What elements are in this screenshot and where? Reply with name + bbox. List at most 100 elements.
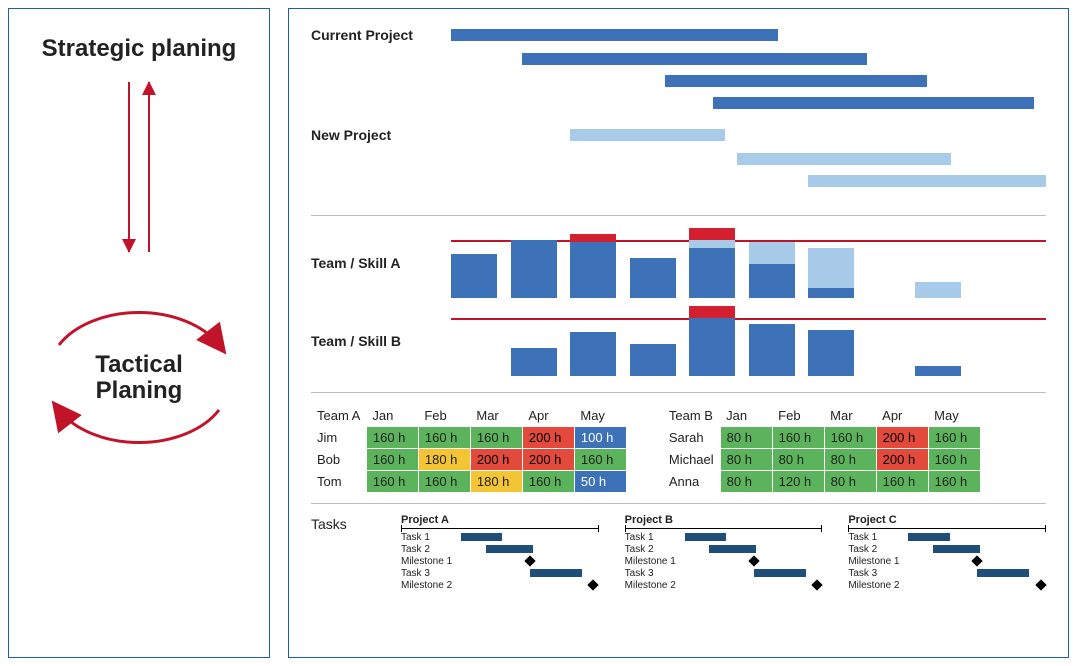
table-row: Sarah80 h160 h160 h200 h160 h xyxy=(663,427,980,449)
mini-task-label: Task 1 xyxy=(401,532,461,543)
mini-gantt-row: Milestone 1 xyxy=(401,555,599,567)
gantt-row xyxy=(311,75,1046,87)
gantt-row xyxy=(311,97,1046,109)
person-name: Tom xyxy=(311,471,366,493)
skill-column xyxy=(511,348,557,376)
person-name: Sarah xyxy=(663,427,720,449)
hours-cell: 120 h xyxy=(772,471,824,493)
hours-cell: 180 h xyxy=(418,449,470,471)
team-name: Team A xyxy=(311,405,366,427)
hours-cell: 160 h xyxy=(824,427,876,449)
hours-cell: 80 h xyxy=(772,449,824,471)
hours-cell: 160 h xyxy=(366,471,418,493)
skill-column xyxy=(749,242,795,298)
gantt-row-label: Current Project xyxy=(311,27,451,43)
month-header: Feb xyxy=(418,405,470,427)
hours-cell: 200 h xyxy=(876,449,928,471)
skill-column xyxy=(570,234,616,298)
mini-task-label: Task 3 xyxy=(625,568,685,579)
skills-section: Team / Skill ATeam / Skill B xyxy=(311,226,1046,393)
heat-section: Team AJanFebMarAprMayJim160 h160 h160 h2… xyxy=(311,403,1046,504)
hours-cell: 180 h xyxy=(470,471,522,493)
mini-gantt-row: Task 1 xyxy=(625,531,823,543)
mini-track xyxy=(685,545,823,553)
gantt-row: Current Project xyxy=(311,27,1046,43)
skill-column xyxy=(630,258,676,298)
skill-segment-dark xyxy=(570,332,616,376)
skill-segment-dark xyxy=(570,242,616,298)
table-row: Bob160 h180 h200 h200 h160 h xyxy=(311,449,626,471)
gantt-timeline xyxy=(451,175,1046,187)
mini-track xyxy=(908,545,1046,553)
milestone-icon xyxy=(587,579,598,590)
hours-cell: 160 h xyxy=(418,427,470,449)
mini-gantt-row: Milestone 2 xyxy=(848,579,1046,591)
month-header: Jan xyxy=(720,405,772,427)
tactical-title-line1: Tactical xyxy=(95,351,183,378)
hours-cell: 200 h xyxy=(470,449,522,471)
mini-task-label: Milestone 1 xyxy=(401,556,461,567)
skill-segment-over xyxy=(570,234,616,242)
mini-task-bar xyxy=(977,569,1029,577)
mini-task-bar xyxy=(530,569,582,577)
skill-column xyxy=(808,248,854,298)
mini-task-label: Task 3 xyxy=(848,568,908,579)
left-panel: Strategic planing Tactical Planing Tacti… xyxy=(8,8,270,658)
hours-cell: 50 h xyxy=(574,471,626,493)
heat-table: Team BJanFebMarAprMaySarah80 h160 h160 h… xyxy=(663,405,981,493)
skill-column xyxy=(915,366,961,376)
mini-task-bar xyxy=(685,533,726,541)
cycle-arrows: Tactical Planing xyxy=(34,280,244,470)
gantt-row-label: New Project xyxy=(311,127,451,143)
hours-cell: 200 h xyxy=(876,427,928,449)
milestone-icon xyxy=(748,555,759,566)
mini-gantt: Project BTask 1Task 2Milestone 1Task 3Mi… xyxy=(625,514,823,591)
skill-segment-dark xyxy=(630,344,676,376)
mini-task-label: Milestone 1 xyxy=(848,556,908,567)
gantt-bar xyxy=(665,75,927,87)
mini-task-bar xyxy=(461,533,502,541)
mini-track xyxy=(908,569,1046,577)
skill-chart xyxy=(451,306,1046,376)
skill-segment-light xyxy=(808,248,854,288)
skill-segment-light xyxy=(915,282,961,298)
milestone-icon xyxy=(524,555,535,566)
hours-cell: 100 h xyxy=(574,427,626,449)
mini-task-label: Task 2 xyxy=(848,544,908,555)
skill-segment-dark xyxy=(808,330,854,376)
mini-task-bar xyxy=(486,545,533,553)
skill-segment-dark xyxy=(808,288,854,298)
skill-segment-over xyxy=(689,306,735,318)
mini-task-bar xyxy=(908,533,949,541)
mini-gantt-title: Project B xyxy=(625,514,823,526)
month-header: Apr xyxy=(876,405,928,427)
hours-cell: 160 h xyxy=(522,471,574,493)
mini-gantt-rule xyxy=(625,528,823,529)
mini-task-label: Task 1 xyxy=(848,532,908,543)
mini-gantt-row: Task 1 xyxy=(401,531,599,543)
skill-segment-dark xyxy=(689,318,735,376)
arrow-up-icon xyxy=(148,82,150,252)
mini-gantt-row: Task 3 xyxy=(625,567,823,579)
hours-cell: 160 h xyxy=(366,427,418,449)
gantt-timeline xyxy=(451,153,1046,165)
hours-cell: 200 h xyxy=(522,427,574,449)
milestone-icon xyxy=(811,579,822,590)
gantt-bar xyxy=(713,97,1034,109)
mini-gantt-row: Task 1 xyxy=(848,531,1046,543)
mini-track xyxy=(461,533,599,541)
vertical-arrows xyxy=(19,82,259,252)
skill-segment-dark xyxy=(511,240,557,298)
skill-column xyxy=(451,254,497,298)
hours-cell: 160 h xyxy=(928,471,980,493)
gantt-bar xyxy=(737,153,951,165)
month-header: Apr xyxy=(522,405,574,427)
skill-column xyxy=(689,228,735,298)
gantt-row xyxy=(311,175,1046,187)
skill-column xyxy=(630,344,676,376)
skill-segment-over xyxy=(689,228,735,240)
table-row: Tom160 h160 h180 h160 h50 h xyxy=(311,471,626,493)
hours-cell: 160 h xyxy=(876,471,928,493)
hours-cell: 160 h xyxy=(574,449,626,471)
mini-gantt: Project ATask 1Task 2Milestone 1Task 3Mi… xyxy=(401,514,599,591)
